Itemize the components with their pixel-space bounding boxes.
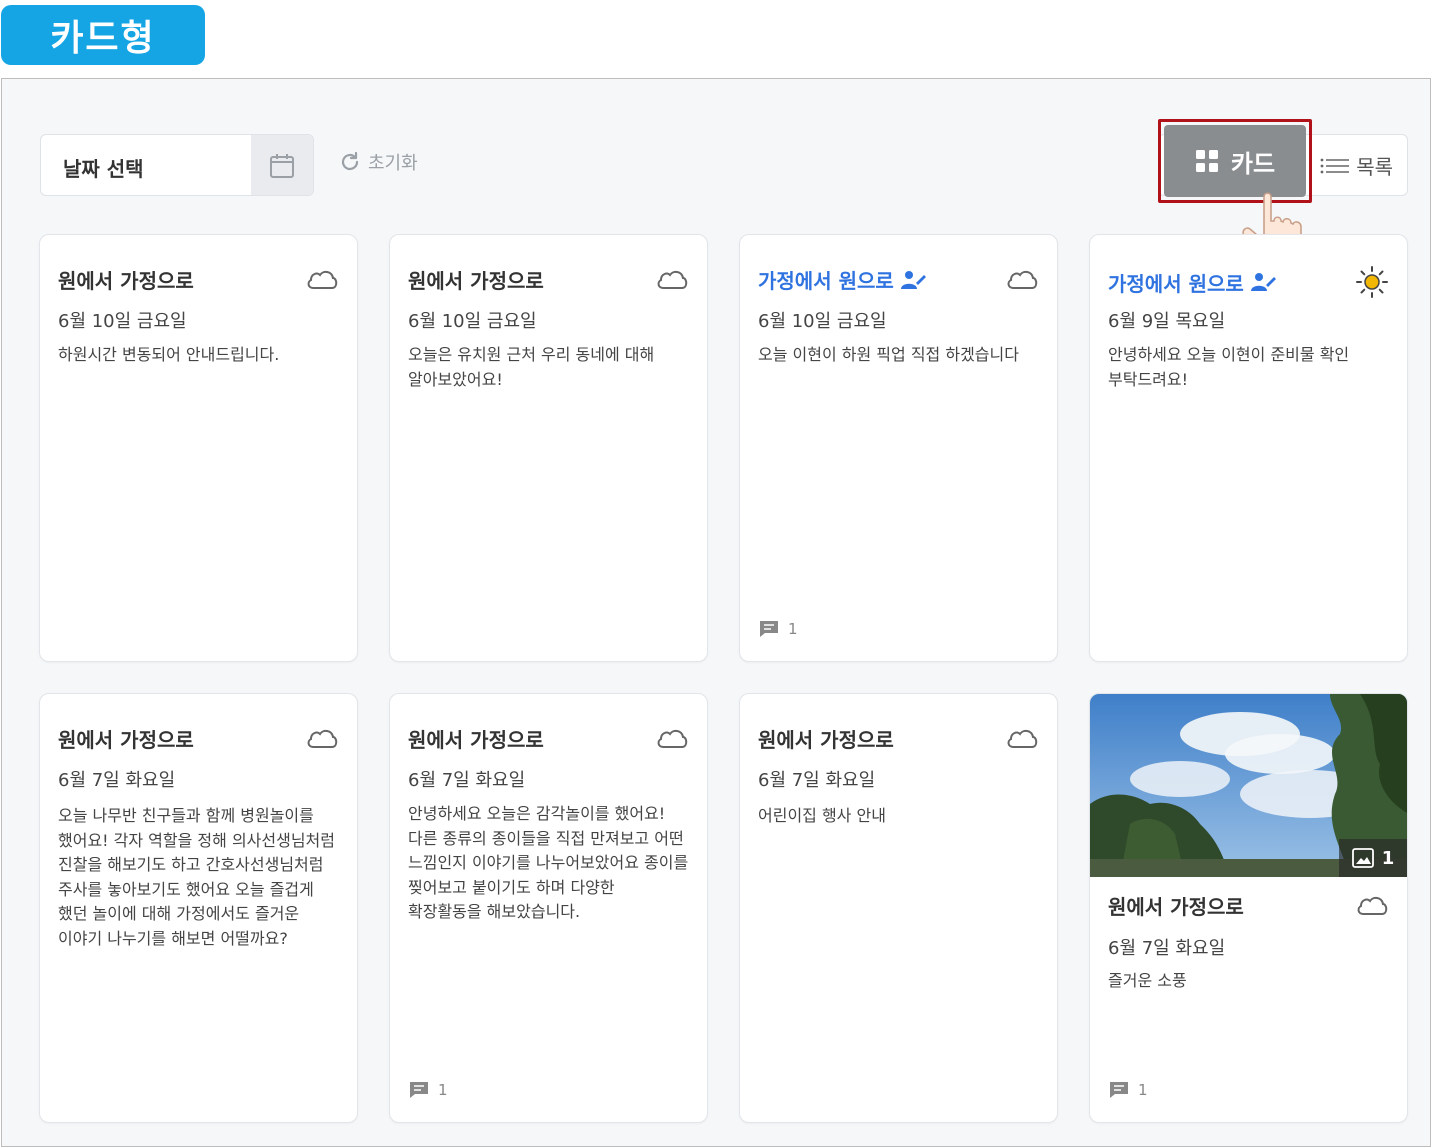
card-date: 6월 10일 금요일 <box>408 311 537 332</box>
card-body: 즐거운 소풍 <box>1108 971 1187 990</box>
notice-card[interactable]: 원에서 가정으로 6월 7일 화요일 오늘 나무반 친구들과 함께 병원놀이를 … <box>39 693 358 1123</box>
grid-icon <box>1195 150 1218 172</box>
comment-icon <box>410 1082 428 1098</box>
calendar-icon <box>270 154 294 178</box>
card-body: 안녕하세요 오늘은 감각놀이를 했어요! 다른 종류의 종이들을 직접 만져보고… <box>408 804 689 921</box>
section-badge: 카드형 <box>1 5 205 65</box>
notice-card[interactable]: 원에서 가정으로 6월 7일 화요일 안녕하세요 오늘은 감각놀이를 했어요! … <box>389 693 708 1123</box>
notice-card[interactable]: 가정에서 원으로 6월 9일 목요일 안녕하세요 오늘 이현이 준비물 확인 부… <box>1089 234 1408 662</box>
card-date: 6월 9일 목요일 <box>1108 311 1226 332</box>
comment-icon <box>760 621 778 637</box>
notice-card[interactable]: 1 원에서 가정으로 6월 7일 화요일 즐거운 소풍 1 <box>1089 693 1408 1123</box>
cloud-icon <box>1007 729 1038 748</box>
card-body: 하원시간 변동되어 안내드립니다. <box>58 345 280 364</box>
list-view-button[interactable]: 목록 <box>1320 151 1393 180</box>
comment-count: 1 <box>408 1080 448 1100</box>
cloud-icon <box>657 729 688 748</box>
card-title: 원에서 가정으로 <box>758 728 894 752</box>
card-title-text: 가정에서 원으로 <box>758 269 894 293</box>
card-title: 원에서 가정으로 <box>1108 895 1244 919</box>
card-title: 원에서 가정으로 <box>58 728 194 752</box>
date-picker-label: 날짜 선택 <box>63 157 144 181</box>
card-view-label: 카드 <box>1230 149 1276 178</box>
card-title: 가정에서 원으로 <box>1108 268 1276 297</box>
card-date: 6월 10일 금요일 <box>758 311 887 332</box>
image-icon <box>1351 848 1374 868</box>
refresh-icon <box>341 151 359 171</box>
card-body: 오늘은 유치원 근처 우리 동네에 대해 알아보았어요! <box>408 345 655 389</box>
calendar-button[interactable] <box>251 135 313 195</box>
photo-count-value: 1 <box>1381 847 1395 869</box>
card-body: 안녕하세요 오늘 이현이 준비물 확인 부탁드려요! <box>1108 345 1350 389</box>
card-body: 어린이집 행사 안내 <box>758 806 886 825</box>
photo-count-badge: 1 <box>1339 839 1407 877</box>
comment-icon <box>1110 1082 1128 1098</box>
card-title: 원에서 가정으로 <box>408 728 544 752</box>
cloud-icon <box>1357 896 1388 915</box>
card-title: 원에서 가정으로 <box>408 269 544 293</box>
sun-icon <box>1356 266 1388 298</box>
card-title: 가정에서 원으로 <box>758 265 926 294</box>
cloud-icon <box>307 729 338 748</box>
cloud-icon <box>657 270 688 289</box>
comment-count-value: 1 <box>438 1081 448 1099</box>
cloud-icon <box>307 270 338 289</box>
card-title-text: 가정에서 원으로 <box>1108 271 1244 296</box>
cloud-icon <box>1007 270 1038 289</box>
card-body: 오늘 이현이 하원 픽업 직접 하겠습니다 <box>758 345 1019 364</box>
reset-button[interactable]: 초기화 <box>338 149 418 175</box>
notebook-panel: 날짜 선택 초기화 목록 카드 원에서 가정으로 6월 10일 금요일 하원시간… <box>1 78 1431 1147</box>
card-body: 오늘 나무반 친구들과 함께 병원놀이를 했어요! 각자 역할을 정해 의사선생… <box>58 806 335 948</box>
date-picker[interactable]: 날짜 선택 <box>40 134 314 196</box>
comment-count-value: 1 <box>788 620 798 638</box>
list-view-label: 목록 <box>1356 155 1393 179</box>
parent-writer-icon <box>1250 273 1276 291</box>
comment-count: 1 <box>1108 1080 1148 1100</box>
comment-count: 1 <box>758 619 798 639</box>
reset-label: 초기화 <box>368 153 418 174</box>
notice-card[interactable]: 원에서 가정으로 6월 7일 화요일 어린이집 행사 안내 <box>739 693 1058 1123</box>
card-view-button[interactable]: 카드 <box>1164 125 1306 197</box>
card-title: 원에서 가정으로 <box>58 269 194 293</box>
card-date: 6월 7일 화요일 <box>58 770 176 791</box>
card-date: 6월 7일 화요일 <box>758 770 876 791</box>
parent-writer-icon <box>900 270 926 289</box>
notice-card[interactable]: 가정에서 원으로 6월 10일 금요일 오늘 이현이 하원 픽업 직접 하겠습니… <box>739 234 1058 662</box>
card-date: 6월 7일 화요일 <box>1108 938 1226 959</box>
card-date: 6월 7일 화요일 <box>408 770 526 791</box>
card-date: 6월 10일 금요일 <box>58 311 187 332</box>
notice-card[interactable]: 원에서 가정으로 6월 10일 금요일 오늘은 유치원 근처 우리 동네에 대해… <box>389 234 708 662</box>
notice-card[interactable]: 원에서 가정으로 6월 10일 금요일 하원시간 변동되어 안내드립니다. <box>39 234 358 662</box>
card-photo[interactable]: 1 <box>1090 694 1407 877</box>
list-icon <box>1320 158 1350 173</box>
comment-count-value: 1 <box>1138 1081 1148 1099</box>
